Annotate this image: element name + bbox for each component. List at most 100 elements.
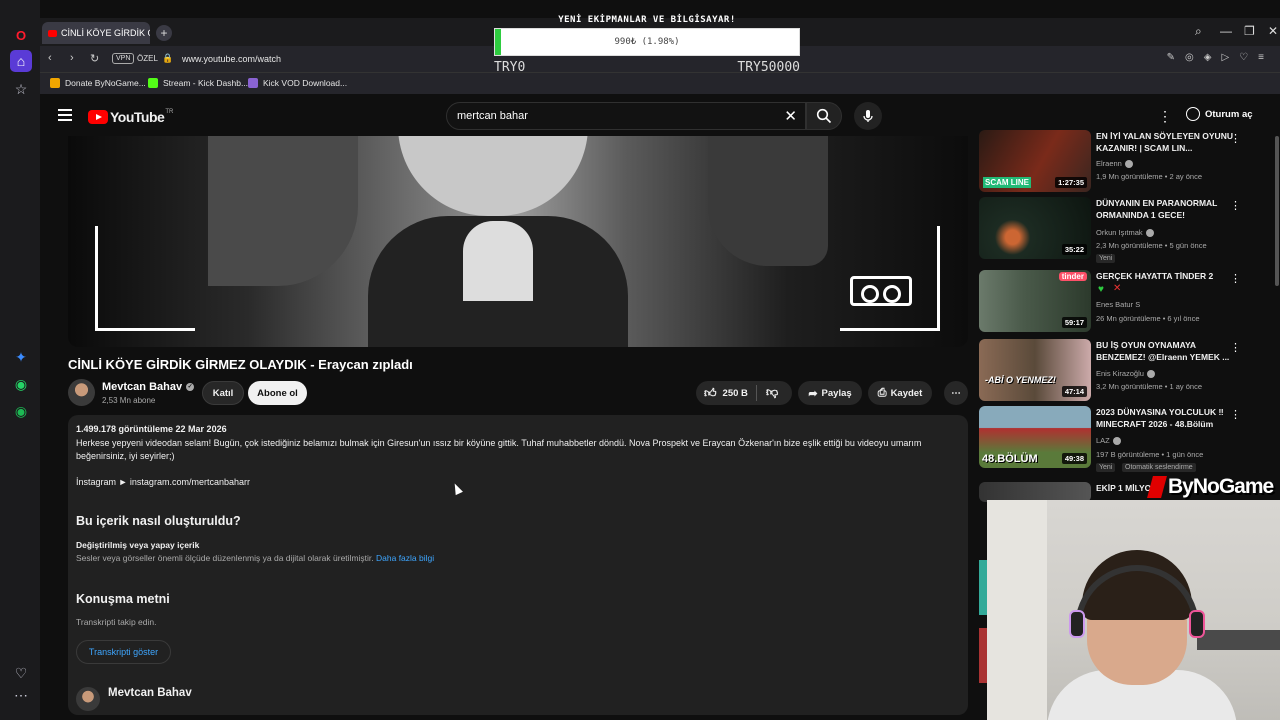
search-input[interactable]: mertcan bahar ✕	[446, 102, 806, 130]
new-badge: Yeni	[1096, 463, 1116, 472]
ai-content-heading: Bu içerik nasıl oluşturuldu?	[76, 514, 241, 528]
play-icon[interactable]: ▷	[1221, 52, 1229, 63]
vpn-badge[interactable]: VPN	[112, 53, 135, 64]
subscribe-button[interactable]: Abone ol	[248, 381, 307, 405]
camera-icon[interactable]: ◎	[1185, 52, 1194, 63]
heart-icon: ♥	[1098, 284, 1104, 295]
webcam-background-door	[987, 500, 1047, 720]
bookmark-favicon-icon	[50, 78, 60, 88]
recommendation-channel[interactable]: Elraenn	[1096, 159, 1133, 168]
frame-bracket-left	[95, 226, 195, 331]
search-tabs-icon[interactable]: ⌕	[1195, 24, 1202, 39]
hamburger-menu-icon[interactable]	[58, 109, 72, 121]
close-icon: ✕	[1113, 283, 1122, 294]
bookmarks-star-icon[interactable]: ☆	[10, 78, 32, 100]
minimize-button[interactable]: —	[1220, 24, 1232, 38]
scrollbar[interactable]	[1275, 136, 1279, 286]
more-options-icon[interactable]: ⋮	[1230, 272, 1241, 285]
reload-icon[interactable]: ↻	[90, 52, 99, 65]
forward-icon[interactable]: ›	[70, 52, 74, 64]
recommendation-item[interactable]: 35:22 DÜNYANIN EN PARANORMAL ORMANINDA 1…	[979, 197, 1279, 263]
bookmark-item[interactable]: Kick VOD Download...	[248, 78, 347, 88]
instagram-link[interactable]: İnstagram ► instagram.com/mertcanbaharr	[76, 477, 250, 487]
description-text: Herkese yepyeni videodan selam! Bugün, ç…	[76, 438, 922, 461]
video-thumbnail[interactable]: -ABİ O YENMEZ! 47:14	[979, 339, 1091, 401]
share-button[interactable]: ➦ Paylaş	[798, 381, 862, 405]
bookmark-item[interactable]: Stream - Kick Dashb...	[148, 78, 248, 88]
more-options-icon[interactable]: ⋮	[1230, 341, 1241, 354]
more-options-icon[interactable]: ⋮	[1230, 199, 1241, 212]
close-window-button[interactable]: ✕	[1268, 24, 1278, 38]
headphone-cup-right	[1189, 610, 1205, 638]
whatsapp-icon[interactable]: ◉	[10, 373, 32, 395]
sign-in-button[interactable]: Oturum aç	[1186, 107, 1253, 121]
tinder-label: tinder	[1058, 272, 1087, 281]
recommendation-title: GERÇEK HAYATTA TİNDER 2	[1096, 271, 1214, 281]
edit-icon[interactable]: ✎	[1167, 52, 1175, 63]
back-icon[interactable]: ‹	[48, 52, 52, 64]
recommendation-channel[interactable]: LAZ	[1096, 436, 1121, 445]
learn-more-link[interactable]: Daha fazla bilgi	[376, 553, 434, 563]
description-panel[interactable]: 1.499.178 görüntüleme 22 Mar 2026 Herkes…	[68, 415, 968, 715]
more-dots-icon[interactable]: ⋯	[10, 684, 32, 706]
url-field[interactable]: www.youtube.com/watch	[182, 54, 281, 64]
settings-dots-icon[interactable]: ⋮	[1158, 108, 1172, 125]
bookmark-item[interactable]: Donate ByNoGame...	[50, 78, 146, 88]
voice-search-button[interactable]	[854, 102, 882, 130]
video-frame-person	[708, 136, 828, 266]
clear-search-icon[interactable]: ✕	[784, 107, 797, 125]
recommendation-channel[interactable]: Orkun Işıtmak	[1096, 228, 1154, 237]
video-thumbnail[interactable]	[979, 482, 1091, 502]
channel-name[interactable]: Mevtcan Bahav ✓	[102, 381, 195, 393]
tab-youtube[interactable]: CİNLİ KÖYE GİRDİK GİRME...	[42, 22, 150, 44]
shield-icon[interactable]: ◈	[1204, 52, 1212, 63]
recommendation-item[interactable]: -ABİ O YENMEZ! 47:14 BU İŞ OYUN OYNAMAYA…	[979, 339, 1279, 403]
recommendation-item[interactable]: tinder 59:17 GERÇEK HAYATTA TİNDER 2 ♥ ✕…	[979, 270, 1279, 334]
search-button[interactable]	[806, 102, 842, 130]
recommendation-channel[interactable]: Enis Kirazoğlu	[1096, 369, 1155, 378]
join-button[interactable]: Katıl	[202, 381, 244, 405]
recommendation-title: BU İŞ OYUN OYNAMAYA BENZEMEZ! @Elraenn Y…	[1096, 340, 1230, 362]
cassette-icon	[850, 276, 912, 306]
opera-logo-icon[interactable]: O	[10, 24, 32, 46]
like-button[interactable]: 👍︎ 250 B 👎︎	[696, 381, 792, 405]
vod-favicon-icon	[248, 78, 258, 88]
auto-dub-badge: Otomatik seslendirme	[1122, 463, 1196, 472]
more-options-icon[interactable]: ⋮	[1230, 408, 1241, 421]
save-button[interactable]: ⎙ Kaydet	[868, 381, 932, 405]
ai-content-subtitle: Değiştirilmiş veya yapay içerik	[76, 540, 200, 550]
maximize-button[interactable]: ❐	[1244, 24, 1255, 38]
lock-icon[interactable]: 🔒	[162, 53, 173, 64]
video-thumbnail[interactable]: SCAM LINE 1:27:35	[979, 130, 1091, 192]
search-icon	[816, 108, 832, 124]
channel-name[interactable]: Mevtcan Bahav	[108, 687, 192, 699]
donation-goal-overlay: YENİ EKİPMANLAR VE BİLGİSAYAR! 990₺ (1.9…	[494, 12, 800, 80]
youtube-logo[interactable]: YouTube TR	[88, 109, 173, 125]
show-transcript-button[interactable]: Transkripti göster	[76, 640, 171, 664]
webcam-background-shelf	[1197, 630, 1280, 650]
more-actions-button[interactable]: ⋯	[944, 381, 968, 405]
spotify-icon[interactable]: ◉	[10, 400, 32, 422]
messenger-icon[interactable]: ✦	[10, 346, 32, 368]
thumbnail-text: -ABİ O YENMEZ!	[985, 375, 1056, 385]
new-tab-button[interactable]: +	[156, 25, 172, 41]
thumbs-up-icon: 👍︎	[704, 385, 717, 400]
more-options-icon[interactable]: ⋮	[1230, 132, 1241, 145]
recommendation-item[interactable]: 48.BÖLÜM 49:38 2023 DÜNYASINA YOLCULUK ‼…	[979, 406, 1279, 472]
dislike-icon[interactable]: 👎︎	[766, 385, 778, 400]
menu-icon[interactable]: ≡	[1258, 52, 1264, 63]
goal-progress-value: 990₺ (1.98%)	[614, 37, 680, 47]
channel-avatar[interactable]	[68, 379, 95, 406]
recommendation-channel[interactable]: Enes Batur S	[1096, 300, 1140, 309]
home-icon[interactable]: ⌂	[10, 50, 32, 72]
video-thumbnail[interactable]: 35:22	[979, 197, 1091, 259]
heart-outline-icon[interactable]: ♡	[1239, 52, 1248, 63]
recommendation-item[interactable]: SCAM LINE 1:27:35 EN İYİ YALAN SÖYLEYEN …	[979, 130, 1279, 194]
channel-avatar[interactable]	[76, 687, 100, 711]
video-thumbnail[interactable]: tinder 59:17	[979, 270, 1091, 332]
heart-icon[interactable]: ♡	[10, 662, 32, 684]
video-player[interactable]	[68, 136, 968, 347]
youtube-favicon-icon	[48, 29, 57, 37]
video-thumbnail[interactable]: 48.BÖLÜM 49:38	[979, 406, 1091, 468]
verified-icon	[1124, 159, 1133, 168]
